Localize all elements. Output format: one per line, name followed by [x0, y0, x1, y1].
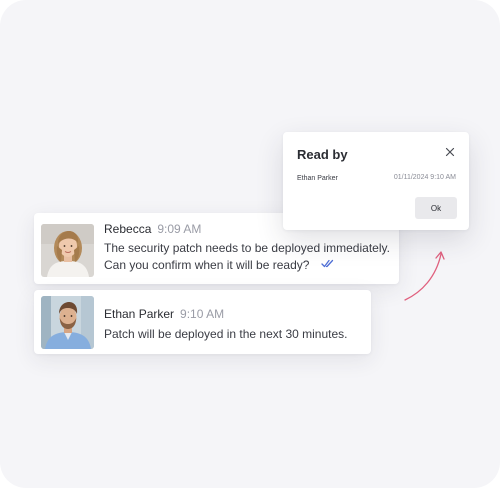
read-by-popup: Read by Ethan Parker 01/11/2024 9:10 AM … [283, 132, 469, 230]
popup-title: Read by [297, 147, 348, 162]
sender-name: Rebecca [104, 222, 152, 236]
message-header: Rebecca 9:09 AM [104, 222, 201, 236]
avatar-ethan [41, 296, 94, 349]
message-header: Ethan Parker 9:10 AM [104, 307, 224, 321]
message-line-with-status: Can you confirm when it will be ready? [104, 257, 390, 274]
message-time: 9:09 AM [157, 222, 202, 236]
curved-arrow-icon [404, 251, 445, 301]
ok-button[interactable]: Ok [415, 197, 457, 219]
message-text: Patch will be deployed in the next 30 mi… [104, 326, 347, 343]
close-icon[interactable] [443, 145, 457, 159]
reader-name: Ethan Parker [297, 175, 338, 182]
message-time: 9:10 AM [180, 307, 225, 321]
message-line: The security patch needs to be deployed … [104, 241, 390, 255]
avatar-rebecca [41, 224, 94, 277]
sender-name: Ethan Parker [104, 307, 175, 321]
message-line: Can you confirm when it will be ready? [104, 258, 310, 272]
reader-read-time: 01/11/2024 9:10 AM [393, 174, 456, 181]
message-line: Patch will be deployed in the next 30 mi… [104, 327, 348, 341]
message-text: The security patch needs to be deployed … [104, 240, 390, 274]
message-card-ethan[interactable]: Ethan Parker 9:10 AM Patch will be deploy… [34, 290, 371, 354]
chat-canvas: Rebecca 9:09 AM The security patch needs … [0, 0, 500, 488]
double-check-icon[interactable] [321, 256, 334, 273]
